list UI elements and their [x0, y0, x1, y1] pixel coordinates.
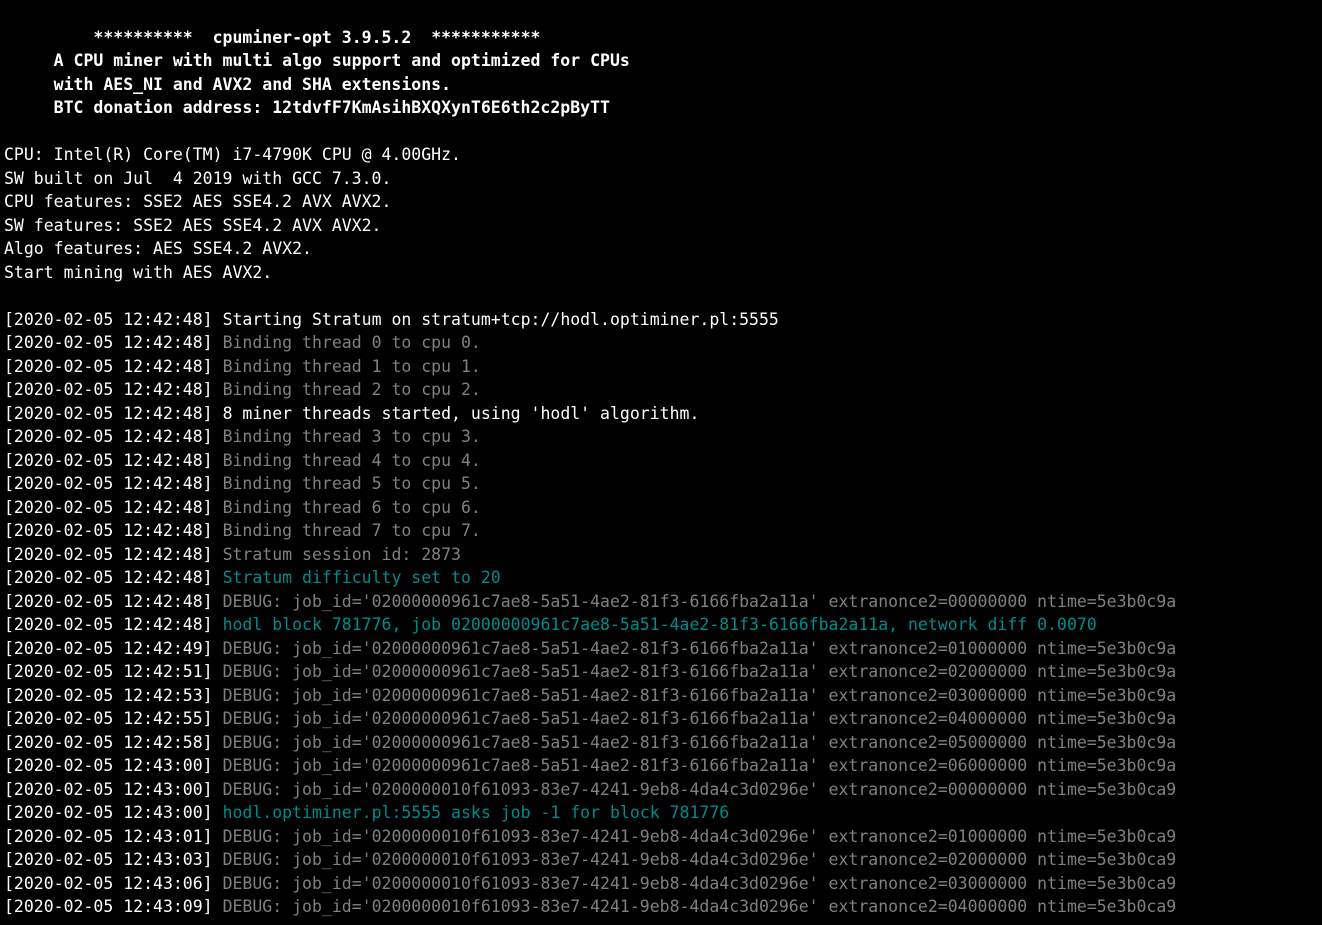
log-timestamp: [2020-02-05 12:43:06] [4, 874, 213, 893]
cpu-info: CPU: Intel(R) Core(TM) i7-4790K CPU @ 4.… [4, 145, 461, 164]
log-timestamp: [2020-02-05 12:42:48] [4, 615, 213, 634]
log-message: DEBUG: job_id='02000000961c7ae8-5a51-4ae… [223, 639, 1177, 658]
terminal-output: ********** cpuminer-opt 3.9.5.2 ********… [0, 0, 1322, 925]
log-timestamp: [2020-02-05 12:43:00] [4, 756, 213, 775]
log-message: DEBUG: job_id='02000000961c7ae8-5a51-4ae… [223, 662, 1177, 681]
algo-features: Algo features: AES SSE4.2 AVX2. [4, 239, 312, 258]
log-timestamp: [2020-02-05 12:43:00] [4, 780, 213, 799]
log-message: DEBUG: job_id='0200000010f61093-83e7-424… [223, 897, 1177, 916]
start-mining: Start mining with AES AVX2. [4, 263, 272, 282]
log-timestamp: [2020-02-05 12:42:55] [4, 709, 213, 728]
log-message: Binding thread 0 to cpu 0. [223, 333, 481, 352]
log-timestamp: [2020-02-05 12:42:58] [4, 733, 213, 752]
log-timestamp: [2020-02-05 12:43:01] [4, 827, 213, 846]
log-message: DEBUG: job_id='02000000961c7ae8-5a51-4ae… [223, 709, 1177, 728]
log-timestamp: [2020-02-05 12:42:48] [4, 333, 213, 352]
log-message: DEBUG: job_id='0200000010f61093-83e7-424… [223, 850, 1177, 869]
log-message: DEBUG: job_id='0200000010f61093-83e7-424… [223, 780, 1177, 799]
log-message: DEBUG: job_id='02000000961c7ae8-5a51-4ae… [223, 733, 1177, 752]
log-timestamp: [2020-02-05 12:42:48] [4, 592, 213, 611]
log-timestamp: [2020-02-05 12:43:03] [4, 850, 213, 869]
log-timestamp: [2020-02-05 12:43:00] [4, 803, 213, 822]
banner-stars-right: *********** [431, 28, 540, 47]
log-timestamp: [2020-02-05 12:42:48] [4, 380, 213, 399]
log-timestamp: [2020-02-05 12:42:48] [4, 498, 213, 517]
log-message: DEBUG: job_id='02000000961c7ae8-5a51-4ae… [223, 686, 1177, 705]
log-timestamp: [2020-02-05 12:42:48] [4, 474, 213, 493]
log-timestamp: [2020-02-05 12:42:48] [4, 545, 213, 564]
log-timestamp: [2020-02-05 12:42:48] [4, 404, 213, 423]
log-timestamp: [2020-02-05 12:42:53] [4, 686, 213, 705]
log-message: DEBUG: job_id='0200000010f61093-83e7-424… [223, 827, 1177, 846]
log-message: 8 miner threads started, using 'hodl' al… [223, 404, 700, 423]
log-message: Binding thread 1 to cpu 1. [223, 357, 481, 376]
log-timestamp: [2020-02-05 12:42:48] [4, 310, 213, 329]
log-message: Stratum session id: 2873 [223, 545, 461, 564]
btc-donation-address: BTC donation address: 12tdvfF7KmAsihBXQX… [54, 98, 610, 117]
log-timestamp: [2020-02-05 12:42:51] [4, 662, 213, 681]
log-message: DEBUG: job_id='02000000961c7ae8-5a51-4ae… [223, 756, 1177, 775]
log-message: DEBUG: job_id='02000000961c7ae8-5a51-4ae… [223, 592, 1177, 611]
log-message: hodl.optiminer.pl:5555 asks job -1 for b… [223, 803, 730, 822]
log-message: Binding thread 6 to cpu 6. [223, 498, 481, 517]
log-message: Binding thread 4 to cpu 4. [223, 451, 481, 470]
log-timestamp: [2020-02-05 12:42:48] [4, 568, 213, 587]
app-desc-line2: with AES_NI and AVX2 and SHA extensions. [54, 75, 451, 94]
log-message: Stratum difficulty set to 20 [223, 568, 501, 587]
log-message: Binding thread 5 to cpu 5. [223, 474, 481, 493]
log-message: Binding thread 7 to cpu 7. [223, 521, 481, 540]
log-message: Binding thread 3 to cpu 3. [223, 427, 481, 446]
header-block: ********** cpuminer-opt 3.9.5.2 ********… [4, 26, 1322, 919]
log-message: Starting Stratum on stratum+tcp://hodl.o… [223, 310, 779, 329]
cpu-features: CPU features: SSE2 AES SSE4.2 AVX AVX2. [4, 192, 391, 211]
app-title: cpuminer-opt 3.9.5.2 [213, 28, 412, 47]
log-message: Binding thread 2 to cpu 2. [223, 380, 481, 399]
log-area: [2020-02-05 12:42:48] Starting Stratum o… [4, 308, 1322, 919]
banner-stars-left: ********** [93, 28, 192, 47]
log-timestamp: [2020-02-05 12:42:48] [4, 357, 213, 376]
log-timestamp: [2020-02-05 12:42:48] [4, 427, 213, 446]
log-message: DEBUG: job_id='0200000010f61093-83e7-424… [223, 874, 1177, 893]
sw-features: SW features: SSE2 AES SSE4.2 AVX AVX2. [4, 216, 382, 235]
log-timestamp: [2020-02-05 12:42:48] [4, 521, 213, 540]
log-timestamp: [2020-02-05 12:42:49] [4, 639, 213, 658]
sw-built: SW built on Jul 4 2019 with GCC 7.3.0. [4, 169, 391, 188]
log-timestamp: [2020-02-05 12:43:09] [4, 897, 213, 916]
log-timestamp: [2020-02-05 12:42:48] [4, 451, 213, 470]
app-desc-line1: A CPU miner with multi algo support and … [54, 51, 630, 70]
log-message: hodl block 781776, job 02000000961c7ae8-… [223, 615, 1097, 634]
